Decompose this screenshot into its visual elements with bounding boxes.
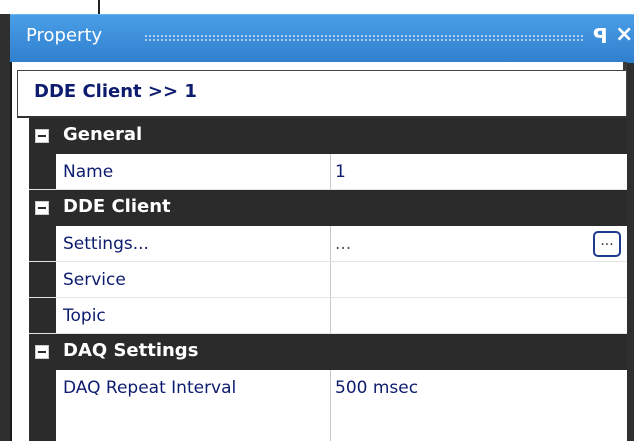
- property-value[interactable]: ...: [335, 234, 351, 254]
- column-divider[interactable]: [330, 226, 331, 261]
- object-header: DDE Client >> 1: [17, 70, 627, 118]
- ellipsis-button[interactable]: ...: [593, 231, 621, 257]
- category-general[interactable]: General: [29, 118, 627, 154]
- column-divider[interactable]: [330, 262, 331, 297]
- column-divider[interactable]: [330, 298, 331, 333]
- property-row-name[interactable]: Name 1: [29, 154, 627, 190]
- column-divider[interactable]: [330, 370, 331, 406]
- property-value[interactable]: 500 msec: [335, 378, 418, 398]
- top-strip: [0, 0, 634, 14]
- property-row-topic[interactable]: Topic: [29, 298, 627, 334]
- category-daq-settings[interactable]: DAQ Settings: [29, 334, 627, 370]
- property-row-daq-repeat-interval[interactable]: DAQ Repeat Interval 500 msec: [29, 370, 627, 406]
- window-titlebar: Property ꟼ ×: [10, 14, 634, 63]
- property-row-settings[interactable]: Settings... ... ...: [29, 226, 627, 262]
- property-row-service[interactable]: Service: [29, 262, 627, 298]
- close-icon[interactable]: ×: [615, 22, 633, 47]
- collapse-icon[interactable]: [35, 345, 49, 359]
- collapse-icon[interactable]: [35, 201, 49, 215]
- property-name: Name: [63, 162, 114, 182]
- category-label: DAQ Settings: [63, 340, 199, 361]
- window-title: Property: [26, 25, 103, 46]
- property-grid: General Name 1 DDE Client Settings... ..…: [29, 118, 627, 441]
- category-dde-client[interactable]: DDE Client: [29, 190, 627, 226]
- property-name: Settings...: [63, 234, 149, 254]
- column-divider: [330, 406, 331, 441]
- property-value[interactable]: 1: [335, 162, 346, 182]
- column-divider[interactable]: [330, 154, 331, 189]
- empty-grid-area: [29, 406, 627, 441]
- category-label: General: [63, 124, 143, 145]
- object-title: DDE Client >> 1: [34, 81, 197, 102]
- collapse-icon[interactable]: [35, 129, 49, 143]
- pin-icon[interactable]: ꟼ: [593, 24, 608, 48]
- property-name: Topic: [63, 306, 106, 326]
- property-name: Service: [63, 270, 126, 290]
- category-label: DDE Client: [63, 196, 171, 217]
- titlebar-grip[interactable]: [144, 34, 584, 42]
- top-divider: [98, 0, 100, 14]
- property-name: DAQ Repeat Interval: [63, 378, 237, 398]
